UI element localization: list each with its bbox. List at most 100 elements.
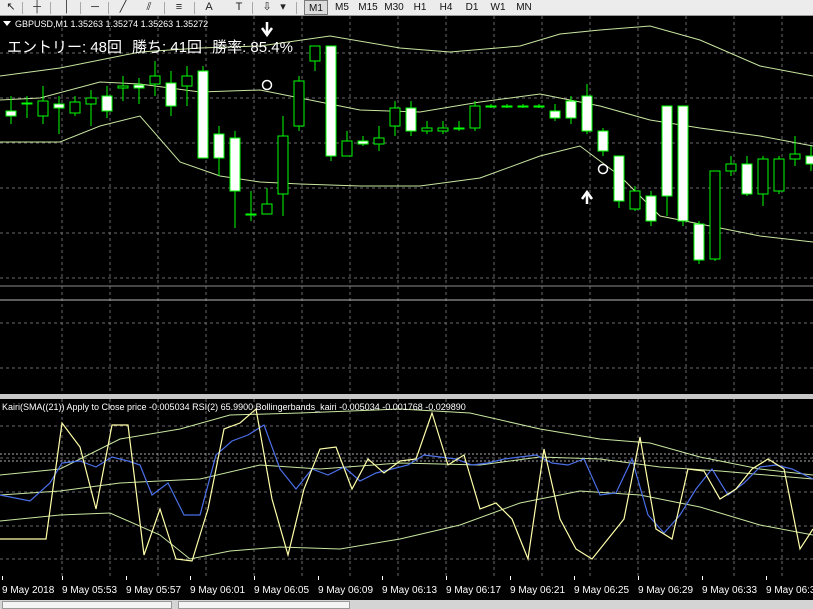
- horizontal-line-icon[interactable]: ─: [86, 0, 104, 15]
- candle: [213, 126, 225, 176]
- chart-tab[interactable]: [2, 601, 172, 609]
- candle: [229, 131, 241, 228]
- candle: [293, 76, 305, 131]
- timeframe-m5[interactable]: M5: [330, 0, 354, 15]
- candle-body: [197, 70, 209, 159]
- candle-body: [421, 127, 433, 132]
- timeframe-d1[interactable]: D1: [460, 0, 484, 15]
- toolbar-separator: [164, 2, 165, 14]
- time-axis-tick: [510, 576, 511, 580]
- time-axis-label: 9 May 06:25: [574, 585, 630, 596]
- candle-body: [261, 203, 273, 215]
- timeframe-m1[interactable]: M1: [304, 0, 328, 15]
- candle-body: [149, 75, 161, 85]
- candle: [341, 131, 353, 157]
- candle: [405, 101, 417, 136]
- arrow-tool-icon[interactable]: ⇩: [258, 0, 276, 15]
- price-chart[interactable]: [0, 16, 813, 394]
- candle: [581, 84, 593, 134]
- tool-dropdown-icon[interactable]: ▾: [278, 0, 288, 15]
- fibonacci-icon[interactable]: ≡: [170, 0, 188, 15]
- candle-body: [437, 127, 449, 132]
- candle: [773, 156, 785, 194]
- time-axis-label: 9 May 06:29: [638, 585, 694, 596]
- rsi-line: [0, 407, 813, 562]
- time-axis-label: 9 May 06:21: [510, 585, 566, 596]
- timeframe-w1[interactable]: W1: [486, 0, 510, 15]
- crosshair-icon[interactable]: ┼: [28, 0, 46, 15]
- candle-body: [677, 105, 689, 222]
- candle: [757, 156, 769, 206]
- candle-body: [277, 135, 289, 195]
- candle-body: [389, 107, 401, 127]
- sell-arrow-icon: [260, 22, 274, 38]
- timeframe-h1[interactable]: H1: [408, 0, 432, 15]
- candle-body: [101, 95, 113, 112]
- toolbar-separator: [108, 2, 109, 14]
- vertical-line-icon[interactable]: │: [58, 0, 76, 15]
- chart-tab[interactable]: [178, 601, 350, 609]
- candle-body: [85, 97, 97, 105]
- toolbar-separator: [194, 2, 195, 14]
- candle-body: [629, 190, 641, 210]
- candle-body: [709, 170, 721, 260]
- kairi-line: [0, 424, 813, 534]
- toolbar-separator: [50, 2, 51, 14]
- candle: [709, 170, 721, 261]
- candle-body: [341, 140, 353, 157]
- candle: [469, 101, 481, 131]
- wins-count: 勝ち: 41回: [132, 39, 203, 56]
- timeframe-m30[interactable]: M30: [382, 0, 406, 15]
- candle-body: [469, 105, 481, 129]
- dropdown-triangle-icon[interactable]: [3, 21, 11, 26]
- candle-body: [229, 137, 241, 192]
- time-axis-label: 9 May 06:05: [254, 585, 310, 596]
- candle-body: [725, 163, 737, 172]
- cursor-icon[interactable]: ↖: [2, 0, 20, 15]
- timeframe-mn[interactable]: MN: [512, 0, 536, 15]
- candle-body: [613, 155, 625, 202]
- candle-body: [309, 45, 321, 62]
- candle-body: [645, 195, 657, 222]
- candle-body: [789, 153, 801, 160]
- channel-icon[interactable]: ⫽: [140, 0, 158, 15]
- time-axis-label: 9 May 06:01: [190, 585, 246, 596]
- time-axis-tick: [702, 576, 703, 580]
- candle: [453, 121, 465, 131]
- kairi-band-lower: [0, 490, 813, 560]
- time-axis-tick: [574, 576, 575, 580]
- candle-body: [213, 133, 225, 159]
- candle: [661, 105, 673, 216]
- trendline-icon[interactable]: ╱: [114, 0, 132, 15]
- candle: [789, 136, 801, 166]
- candle-body: [693, 223, 705, 261]
- candle: [277, 116, 289, 216]
- candle-body: [453, 127, 465, 130]
- indicator-chart[interactable]: [0, 399, 813, 576]
- exit-circle-icon: [261, 79, 273, 91]
- candle-body: [165, 82, 177, 107]
- time-axis-label: 9 May 06:17: [446, 585, 502, 596]
- text-icon[interactable]: A: [200, 0, 218, 15]
- symbol-info: GBPUSD,M1 1.35263 1.35274 1.35263 1.3527…: [3, 19, 208, 29]
- candle-body: [501, 105, 513, 108]
- time-axis-tick: [318, 576, 319, 580]
- toolbar-separator: [296, 2, 297, 14]
- candle-body: [485, 105, 497, 108]
- candle-body: [357, 140, 369, 145]
- candle: [309, 45, 321, 71]
- candle: [805, 146, 813, 171]
- candle-body: [757, 158, 769, 195]
- timeframe-m15[interactable]: M15: [356, 0, 380, 15]
- candle: [165, 71, 177, 116]
- time-axis-label: 9 May 05:53: [62, 585, 118, 596]
- kairi-band-middle: [0, 456, 813, 496]
- candle: [197, 66, 209, 159]
- text-label-icon[interactable]: T: [230, 0, 248, 15]
- timeframe-h4[interactable]: H4: [434, 0, 458, 15]
- candle-body: [245, 213, 257, 216]
- time-axis: 9 May 2018 9 May 05:53 9 May 05:57 9 May 06…: [0, 576, 813, 601]
- candle-body: [181, 75, 193, 87]
- candle-body: [117, 85, 129, 89]
- time-axis-tick: [766, 576, 767, 580]
